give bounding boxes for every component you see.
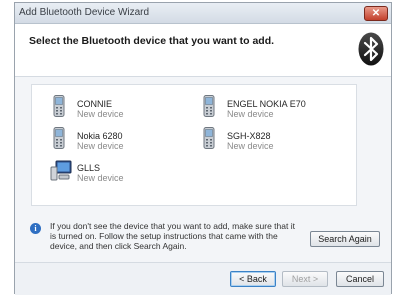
mobile-phone-icon [203, 95, 215, 117]
info-message: If you don't see the device that you wan… [50, 221, 295, 251]
search-again-button[interactable]: Search Again [310, 231, 380, 247]
device-name: CONNIE [77, 99, 113, 109]
header-instruction: Select the Bluetooth device that you wan… [29, 35, 275, 47]
window-title: Add Bluetooth Device Wizard [19, 7, 150, 18]
title-bar: Add Bluetooth Device Wizard ✕ [15, 3, 391, 24]
device-item[interactable]: Nokia 6280 New device [52, 127, 202, 157]
computer-icon [50, 160, 72, 181]
mobile-phone-icon [53, 127, 65, 149]
wizard-footer [15, 262, 391, 295]
device-name: GLLS [77, 163, 101, 173]
device-status: New device [77, 141, 124, 151]
device-status: New device [77, 109, 124, 119]
info-icon: i [30, 223, 41, 234]
device-list[interactable]: CONNIE New device ENGEL NOKIA E70 New de… [31, 84, 357, 206]
mobile-phone-icon [53, 95, 65, 117]
device-status: New device [227, 109, 274, 119]
bluetooth-icon [358, 32, 384, 66]
device-item[interactable]: GLLS New device [50, 159, 200, 189]
device-item[interactable]: SGH-X828 New device [202, 127, 352, 157]
close-button[interactable]: ✕ [364, 6, 388, 21]
device-status: New device [227, 141, 274, 151]
device-name: SGH-X828 [227, 131, 271, 141]
mobile-phone-icon [203, 127, 215, 149]
device-item[interactable]: CONNIE New device [52, 95, 202, 125]
device-name: Nokia 6280 [77, 131, 123, 141]
back-button[interactable]: < Back [230, 271, 276, 287]
device-status: New device [77, 173, 124, 183]
device-name: ENGEL NOKIA E70 [227, 99, 306, 109]
next-button[interactable]: Next > [282, 271, 328, 287]
wizard-header: Select the Bluetooth device that you wan… [15, 24, 391, 77]
device-item[interactable]: ENGEL NOKIA E70 New device [202, 95, 352, 125]
cancel-button[interactable]: Cancel [336, 271, 384, 287]
